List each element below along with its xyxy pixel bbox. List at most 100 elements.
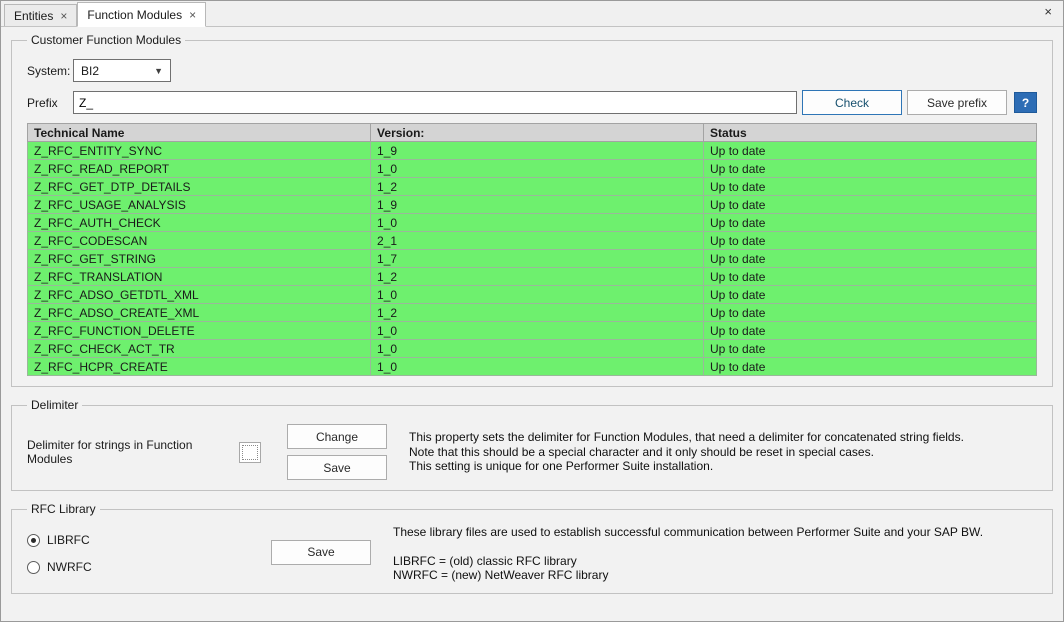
column-header-status[interactable]: Status bbox=[704, 124, 1037, 142]
status-cell: Up to date bbox=[704, 232, 1037, 250]
description-line: This property sets the delimiter for Fun… bbox=[409, 430, 964, 445]
technical-name-cell: Z_RFC_TRANSLATION bbox=[28, 268, 371, 286]
prefix-input[interactable] bbox=[73, 91, 797, 114]
table-row[interactable]: Z_RFC_FUNCTION_DELETE1_0Up to date bbox=[28, 322, 1037, 340]
technical-name-cell: Z_RFC_ENTITY_SYNC bbox=[28, 142, 371, 160]
rfc-row: LIBRFC NWRFC Save These library files ar… bbox=[27, 522, 1037, 583]
status-cell: Up to date bbox=[704, 160, 1037, 178]
technical-name-cell: Z_RFC_ADSO_CREATE_XML bbox=[28, 304, 371, 322]
radio-label: NWRFC bbox=[47, 560, 92, 574]
status-cell: Up to date bbox=[704, 358, 1037, 376]
tab-label: Entities bbox=[14, 9, 53, 23]
group-title: RFC Library bbox=[27, 502, 100, 516]
table-row[interactable]: Z_RFC_AUTH_CHECK1_0Up to date bbox=[28, 214, 1037, 232]
app-window: Entities × Function Modules × × Customer… bbox=[0, 0, 1064, 622]
description-line: NWRFC = (new) NetWeaver RFC library bbox=[393, 568, 983, 583]
change-button[interactable]: Change bbox=[287, 424, 387, 449]
version-cell: 1_9 bbox=[371, 196, 704, 214]
status-cell: Up to date bbox=[704, 214, 1037, 232]
main-content: Customer Function Modules System: BI2 ▼ … bbox=[1, 27, 1063, 594]
technical-name-cell: Z_RFC_ADSO_GETDTL_XML bbox=[28, 286, 371, 304]
status-cell: Up to date bbox=[704, 304, 1037, 322]
version-cell: 1_0 bbox=[371, 322, 704, 340]
rfc-library-group: RFC Library LIBRFC NWRFC Save Thes bbox=[11, 502, 1053, 594]
table-row[interactable]: Z_RFC_READ_REPORT1_0Up to date bbox=[28, 160, 1037, 178]
technical-name-cell: Z_RFC_AUTH_CHECK bbox=[28, 214, 371, 232]
technical-name-cell: Z_RFC_GET_STRING bbox=[28, 250, 371, 268]
rfc-description: These library files are used to establis… bbox=[393, 522, 983, 583]
table-row[interactable]: Z_RFC_HCPR_CREATE1_0Up to date bbox=[28, 358, 1037, 376]
delimiter-buttons: Change Save bbox=[287, 424, 387, 480]
table-row[interactable]: Z_RFC_CHECK_ACT_TR1_0Up to date bbox=[28, 340, 1037, 358]
version-cell: 2_1 bbox=[371, 232, 704, 250]
radio-selected-icon bbox=[27, 534, 40, 547]
table-row[interactable]: Z_RFC_ENTITY_SYNC1_9Up to date bbox=[28, 142, 1037, 160]
version-cell: 1_0 bbox=[371, 214, 704, 232]
version-cell: 1_2 bbox=[371, 178, 704, 196]
version-cell: 1_0 bbox=[371, 286, 704, 304]
delimiter-group: Delimiter Delimiter for strings in Funct… bbox=[11, 398, 1053, 491]
chevron-down-icon: ▼ bbox=[154, 66, 163, 76]
nwrfc-radio[interactable]: NWRFC bbox=[27, 560, 271, 574]
delimiter-row: Delimiter for strings in Function Module… bbox=[27, 424, 1037, 480]
tab-bar: Entities × Function Modules × × bbox=[1, 1, 1063, 27]
system-select[interactable]: BI2 ▼ bbox=[73, 59, 171, 82]
rfc-radio-group: LIBRFC NWRFC bbox=[27, 522, 271, 583]
save-prefix-button[interactable]: Save prefix bbox=[907, 90, 1007, 115]
technical-name-cell: Z_RFC_CODESCAN bbox=[28, 232, 371, 250]
version-cell: 1_0 bbox=[371, 358, 704, 376]
help-button[interactable]: ? bbox=[1014, 92, 1037, 113]
table-row[interactable]: Z_RFC_GET_STRING1_7Up to date bbox=[28, 250, 1037, 268]
technical-name-cell: Z_RFC_FUNCTION_DELETE bbox=[28, 322, 371, 340]
status-cell: Up to date bbox=[704, 340, 1037, 358]
radio-unselected-icon bbox=[27, 561, 40, 574]
tab-entities[interactable]: Entities × bbox=[4, 4, 77, 26]
table-row[interactable]: Z_RFC_GET_DTP_DETAILS1_2Up to date bbox=[28, 178, 1037, 196]
system-row: System: BI2 ▼ bbox=[27, 59, 1037, 82]
description-line: These library files are used to establis… bbox=[393, 525, 983, 540]
version-cell: 1_0 bbox=[371, 340, 704, 358]
version-cell: 1_2 bbox=[371, 268, 704, 286]
delimiter-input[interactable] bbox=[239, 442, 261, 463]
table-header-row: Technical Name Version: Status bbox=[28, 124, 1037, 142]
status-cell: Up to date bbox=[704, 250, 1037, 268]
status-cell: Up to date bbox=[704, 286, 1037, 304]
table-row[interactable]: Z_RFC_ADSO_CREATE_XML1_2Up to date bbox=[28, 304, 1037, 322]
status-cell: Up to date bbox=[704, 142, 1037, 160]
delimiter-save-button[interactable]: Save bbox=[287, 455, 387, 480]
table-body: Z_RFC_ENTITY_SYNC1_9Up to dateZ_RFC_READ… bbox=[28, 142, 1037, 376]
tab-close-icon[interactable]: × bbox=[60, 10, 67, 22]
group-title: Delimiter bbox=[27, 398, 82, 412]
rfc-button-column: Save bbox=[271, 522, 393, 583]
description-line: Note that this should be a special chara… bbox=[409, 445, 964, 460]
radio-label: LIBRFC bbox=[47, 533, 90, 547]
librfc-radio[interactable]: LIBRFC bbox=[27, 533, 271, 547]
status-cell: Up to date bbox=[704, 178, 1037, 196]
table-row[interactable]: Z_RFC_ADSO_GETDTL_XML1_0Up to date bbox=[28, 286, 1037, 304]
table-row[interactable]: Z_RFC_TRANSLATION1_2Up to date bbox=[28, 268, 1037, 286]
tab-close-icon[interactable]: × bbox=[189, 9, 196, 21]
system-label: System: bbox=[27, 64, 73, 78]
status-cell: Up to date bbox=[704, 268, 1037, 286]
delimiter-label: Delimiter for strings in Function Module… bbox=[27, 438, 239, 466]
tab-function-modules[interactable]: Function Modules × bbox=[77, 2, 206, 27]
group-title: Customer Function Modules bbox=[27, 33, 185, 47]
table-row[interactable]: Z_RFC_CODESCAN2_1Up to date bbox=[28, 232, 1037, 250]
technical-name-cell: Z_RFC_GET_DTP_DETAILS bbox=[28, 178, 371, 196]
description-line: This setting is unique for one Performer… bbox=[409, 459, 964, 474]
rfc-save-button[interactable]: Save bbox=[271, 540, 371, 565]
window-close-icon[interactable]: × bbox=[1034, 1, 1063, 19]
technical-name-cell: Z_RFC_READ_REPORT bbox=[28, 160, 371, 178]
table-row[interactable]: Z_RFC_USAGE_ANALYSIS1_9Up to date bbox=[28, 196, 1037, 214]
check-button[interactable]: Check bbox=[802, 90, 902, 115]
tab-label: Function Modules bbox=[87, 8, 182, 22]
column-header-technical-name[interactable]: Technical Name bbox=[28, 124, 371, 142]
technical-name-cell: Z_RFC_CHECK_ACT_TR bbox=[28, 340, 371, 358]
prefix-row: Prefix Check Save prefix ? bbox=[27, 90, 1037, 115]
system-select-value: BI2 bbox=[81, 64, 99, 78]
status-cell: Up to date bbox=[704, 196, 1037, 214]
customer-function-modules-group: Customer Function Modules System: BI2 ▼ … bbox=[11, 33, 1053, 387]
technical-name-cell: Z_RFC_HCPR_CREATE bbox=[28, 358, 371, 376]
version-cell: 1_7 bbox=[371, 250, 704, 268]
column-header-version[interactable]: Version: bbox=[371, 124, 704, 142]
